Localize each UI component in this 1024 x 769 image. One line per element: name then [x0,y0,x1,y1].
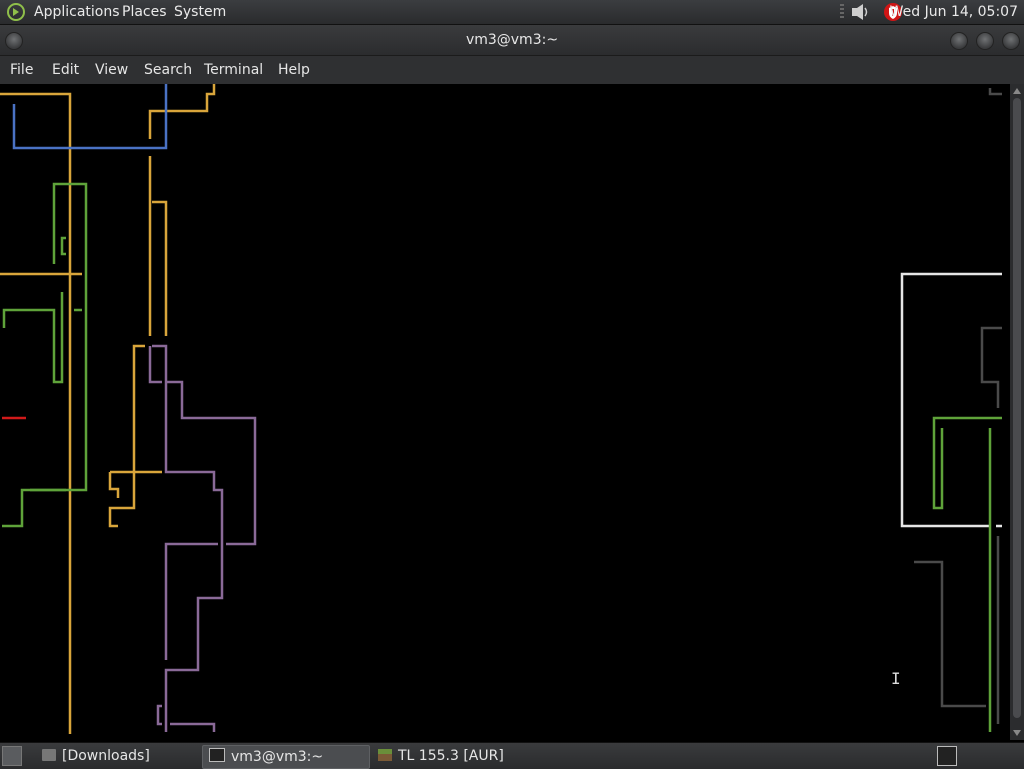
terminal-area[interactable]: I [0,84,1010,740]
pipe-gray [914,560,986,708]
taskbar-item-terminal[interactable]: vm3@vm3:~ [202,745,370,769]
pipe-purple [148,346,162,384]
pipe-purple [156,704,162,726]
menu-terminal[interactable]: Terminal [204,56,263,84]
menu-applications[interactable]: Applications [34,0,120,24]
text-cursor-icon: I [891,669,901,688]
tray-separator [840,4,844,20]
terminal-menubar: File Edit View Search Terminal Help [0,56,1024,84]
app-menu-logo-icon[interactable] [6,2,26,22]
taskbar-item-downloads[interactable]: [Downloads] [36,745,196,767]
pipe-purple [152,344,224,732]
taskbar-item-label: TL 155.3 [AUR] [398,748,504,764]
scroll-down-arrow-icon[interactable] [1013,730,1021,736]
close-button[interactable] [1002,32,1020,50]
top-panel: Applications Places System Wed Jun 14, 0… [0,0,1024,25]
taskbar-item-tl[interactable]: TL 155.3 [AUR] [372,745,542,767]
bottom-taskbar: [Downloads] vm3@vm3:~ TL 155.3 [AUR] [0,742,1024,769]
pipe-green [30,182,88,492]
taskbar-item-label: [Downloads] [62,748,150,764]
window-title: vm3@vm3:~ [465,32,559,48]
pipes-drawing [0,84,1002,734]
menu-search[interactable]: Search [144,56,192,84]
scrollbar-thumb[interactable] [1013,98,1021,718]
pipe-yellow [108,472,120,498]
maximize-button[interactable] [976,32,994,50]
clock[interactable]: Wed Jun 14, 05:07 [890,0,1018,24]
pipe-purple [164,542,218,660]
pipe-white [900,272,1002,528]
terminal-tray-icon[interactable] [937,746,957,766]
pipe-yellow [108,344,145,528]
pipe-yellow [152,200,168,336]
pipe-yellow [0,92,72,734]
show-desktop-button[interactable] [2,746,22,766]
menu-edit[interactable]: Edit [52,56,79,84]
minimize-button[interactable] [950,32,968,50]
pipe-green [2,292,64,384]
folder-icon [42,749,56,761]
pipe-yellow [148,84,216,139]
taskbar-item-label: vm3@vm3:~ [231,749,324,765]
window-titlebar[interactable]: vm3@vm3:~ [0,25,1024,56]
terminal-icon [209,748,225,762]
terminal-scrollbar[interactable] [1010,84,1024,740]
pipe-purple [170,722,216,732]
menu-file[interactable]: File [10,56,33,84]
scroll-up-arrow-icon[interactable] [1013,88,1021,94]
pipe-green [60,236,66,256]
pipe-purple [166,380,257,546]
game-cube-icon [378,749,392,761]
menu-system[interactable]: System [174,0,226,24]
pipe-gray [980,326,1002,408]
pipe-green [932,416,1002,510]
pipe-gray [988,88,1002,96]
menu-places[interactable]: Places [122,0,167,24]
menu-help[interactable]: Help [278,56,310,84]
volume-icon[interactable] [850,2,872,22]
pipe-green [2,488,66,528]
menu-view[interactable]: View [95,56,128,84]
